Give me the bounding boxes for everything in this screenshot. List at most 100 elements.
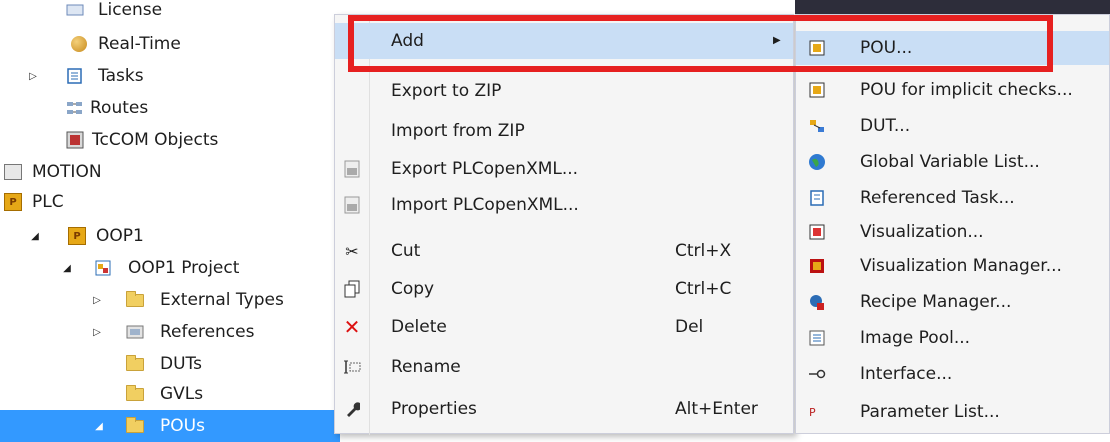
tree-label: POUs: [160, 416, 205, 436]
submenu-item-recipe-manager[interactable]: Recipe Manager...: [796, 285, 1109, 319]
submenu-item-label: Recipe Manager...: [860, 292, 1012, 312]
tree-item-oop1-project[interactable]: ◢ OOP1 Project: [0, 252, 340, 284]
tree-item-motion[interactable]: MOTION: [0, 156, 340, 188]
submenu-item-label: Referenced Task...: [860, 188, 1015, 208]
submenu-item-pou-implicit-checks[interactable]: POU for implicit checks...: [796, 73, 1109, 107]
routes-icon: [66, 99, 84, 117]
folder-icon: [126, 290, 144, 309]
wrench-icon: [343, 400, 361, 418]
tree-label: DUTs: [160, 354, 202, 374]
tree-label: Tasks: [98, 66, 144, 86]
menu-item-label: Properties: [391, 399, 477, 419]
tree-label: MOTION: [32, 162, 102, 182]
tree-item-plc[interactable]: P PLC: [0, 186, 340, 218]
copy-icon: [343, 280, 361, 298]
expand-arrow-icon[interactable]: ▷: [26, 69, 40, 83]
plc-project-icon: P: [68, 227, 86, 245]
submenu-item-visualization-manager[interactable]: Visualization Manager...: [796, 249, 1109, 283]
folder-icon: [126, 354, 144, 373]
submenu-item-visualization[interactable]: Visualization...: [796, 215, 1109, 249]
tree-label: License: [98, 0, 163, 20]
menu-item-export-plcopenxml[interactable]: Export PLCopenXML...: [335, 151, 793, 187]
collapse-arrow-icon[interactable]: ◢: [60, 261, 74, 275]
tree-label: Routes: [90, 98, 149, 118]
tree-item-external-types[interactable]: ▷ External Types: [0, 284, 340, 316]
tree-item-oop1[interactable]: ◢ P OOP1: [0, 220, 340, 252]
menu-item-copy[interactable]: Copy Ctrl+C: [335, 271, 793, 307]
submenu-item-image-pool[interactable]: Image Pool...: [796, 321, 1109, 355]
tree-item-duts[interactable]: DUTs: [0, 348, 340, 380]
import-xml-icon: [343, 196, 361, 214]
folder-open-icon: [126, 416, 144, 435]
tree-item-pous[interactable]: ◢ POUs: [0, 410, 340, 442]
menu-item-label: Rename: [391, 357, 461, 377]
menu-item-cut[interactable]: ✂ Cut Ctrl+X: [335, 233, 793, 269]
tree-label: PLC: [32, 192, 64, 212]
tree-label: OOP1 Project: [128, 258, 240, 278]
expand-arrow-icon[interactable]: ▷: [90, 325, 104, 339]
tree-item-routes[interactable]: Routes: [0, 92, 340, 124]
menu-item-export-to-zip[interactable]: Export to ZIP: [335, 73, 793, 109]
submenu-item-label: POU for implicit checks...: [860, 80, 1073, 100]
menu-item-label: Import from ZIP: [391, 121, 525, 141]
submenu-item-label: Image Pool...: [860, 328, 971, 348]
tree-item-references[interactable]: ▷ References: [0, 316, 340, 348]
tree-label: References: [160, 322, 255, 342]
realtime-icon: [70, 35, 88, 53]
rename-icon: [343, 358, 361, 376]
pou-checks-icon: [808, 81, 826, 99]
cut-icon: ✂: [345, 241, 359, 261]
submenu-item-dut[interactable]: DUT...: [796, 109, 1109, 143]
submenu-item-label: Visualization Manager...: [860, 256, 1062, 276]
license-icon: [66, 1, 84, 19]
project-icon: [94, 259, 112, 277]
vis-manager-icon: [808, 257, 826, 275]
expand-arrow-icon[interactable]: ▷: [90, 293, 104, 307]
red-highlight-box: [348, 15, 1053, 72]
menu-item-label: Import PLCopenXML...: [391, 195, 579, 215]
export-xml-icon: [343, 160, 361, 178]
menu-item-label: Copy: [391, 279, 435, 299]
submenu-item-label: Interface...: [860, 364, 953, 384]
add-submenu: POU... POU for implicit checks... DUT...…: [795, 14, 1110, 434]
menu-item-shortcut: Ctrl+C: [675, 279, 732, 299]
tree-item-tccom-objects[interactable]: TcCOM Objects: [0, 124, 340, 156]
tree-item-real-time[interactable]: Real-Time: [0, 28, 340, 60]
motion-icon: [4, 163, 22, 181]
menu-item-shortcut: Ctrl+X: [675, 241, 732, 261]
tree-item-gvls[interactable]: GVLs: [0, 378, 340, 410]
menu-item-label: Delete: [391, 317, 447, 337]
solution-explorer-tree: License Real-Time ▷ Tasks Routes TcCOM O…: [0, 0, 340, 442]
tree-item-license[interactable]: License: [0, 0, 340, 26]
submenu-item-label: DUT...: [860, 116, 911, 136]
svg-text:P: P: [809, 406, 816, 419]
submenu-item-global-variable-list[interactable]: Global Variable List...: [796, 145, 1109, 179]
menu-item-import-from-zip[interactable]: Import from ZIP: [335, 113, 793, 149]
submenu-item-referenced-task[interactable]: Referenced Task...: [796, 181, 1109, 215]
collapse-arrow-icon[interactable]: ◢: [28, 229, 42, 243]
menu-item-shortcut: Del: [675, 317, 704, 337]
tree-label: External Types: [160, 290, 284, 310]
submenu-item-interface[interactable]: Interface...: [796, 357, 1109, 391]
menu-item-delete[interactable]: ✕ Delete Del: [335, 309, 793, 345]
submenu-item-label: Parameter List...: [860, 402, 1000, 422]
submenu-item-label: Global Variable List...: [860, 152, 1040, 172]
window-top-bar: [795, 0, 1110, 14]
menu-item-label: Export to ZIP: [391, 81, 502, 101]
tree-item-tasks[interactable]: ▷ Tasks: [0, 60, 340, 92]
submenu-item-parameter-list[interactable]: P Parameter List...: [796, 395, 1109, 429]
tasks-icon: [66, 67, 84, 85]
interface-icon: [808, 365, 826, 383]
collapse-arrow-icon[interactable]: ◢: [92, 419, 106, 433]
tree-label: TcCOM Objects: [92, 130, 219, 150]
tree-label: GVLs: [160, 384, 204, 404]
parameter-icon: P: [808, 403, 826, 421]
menu-item-rename[interactable]: Rename: [335, 349, 793, 385]
recipe-icon: [808, 293, 826, 311]
globe-icon: [808, 153, 826, 171]
menu-item-import-plcopenxml[interactable]: Import PLCopenXML...: [335, 187, 793, 223]
menu-item-label: Cut: [391, 241, 421, 261]
menu-item-properties[interactable]: Properties Alt+Enter: [335, 391, 793, 427]
task-icon: [808, 189, 826, 207]
tccom-icon: [66, 131, 84, 149]
